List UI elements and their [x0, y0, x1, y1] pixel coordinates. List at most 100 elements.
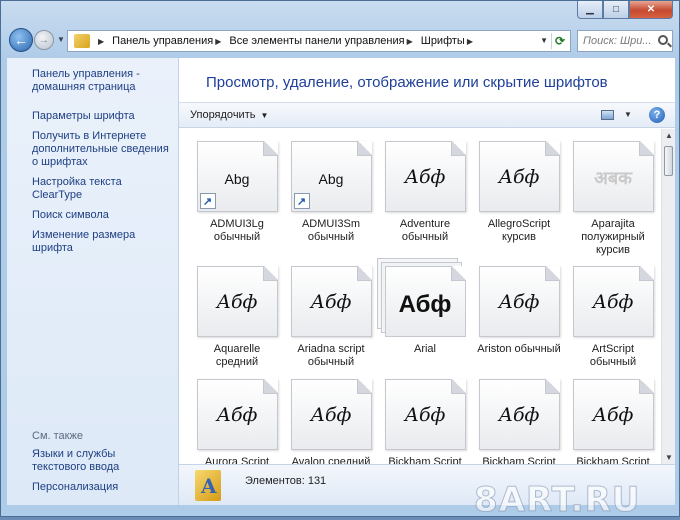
- font-item[interactable]: Абф ArtScript обычный: [568, 266, 658, 369]
- font-sample-text: Abg: [224, 171, 250, 187]
- font-sample-text: Абф: [498, 291, 540, 313]
- font-item[interactable]: अबक Aparajita полужирный курсив: [568, 141, 658, 257]
- recent-pages-dropdown-icon[interactable]: ▼: [57, 35, 65, 44]
- font-sample-text: Abg: [318, 171, 344, 187]
- sidebar-cleartype-link[interactable]: Настройка текста ClearType: [7, 176, 178, 202]
- font-sample-text: Абф: [404, 166, 446, 188]
- font-preview-icon: Абф: [290, 266, 372, 337]
- font-name-label: Ariston обычный: [477, 343, 561, 355]
- search-input[interactable]: Поиск: Шри...: [577, 30, 673, 52]
- sidebar-languages-link[interactable]: Языки и службы текстового ввода: [7, 448, 179, 474]
- close-button[interactable]: ✕: [629, 1, 673, 19]
- minimize-button[interactable]: ▁: [577, 1, 603, 19]
- breadcrumb-fonts[interactable]: Шрифты ▶: [421, 35, 481, 47]
- breadcrumb-all-items[interactable]: Все элементы панели управления ▶: [229, 35, 420, 47]
- font-item[interactable]: Абф Aurora Script: [192, 379, 282, 464]
- font-item[interactable]: Абф Bickham Script: [568, 379, 658, 464]
- font-preview-icon: अबक: [572, 141, 654, 212]
- font-preview-icon: Абф: [384, 141, 466, 212]
- font-name-label: AllegroScript курсив: [487, 218, 551, 243]
- font-preview-icon: Абф: [478, 379, 560, 450]
- address-dropdown-icon[interactable]: ▼: [540, 36, 548, 45]
- forward-arrow-icon[interactable]: →: [34, 30, 54, 50]
- organize-button[interactable]: Упорядочить ▼: [190, 109, 268, 121]
- maximize-button[interactable]: □: [603, 1, 629, 19]
- font-item[interactable]: Абф AllegroScript курсив: [474, 141, 564, 244]
- font-name-label: Arial: [413, 343, 436, 355]
- font-item[interactable]: Абф Bickham Script: [380, 379, 470, 464]
- sidebar-get-info-online-link[interactable]: Получить в Интернете дополнительные свед…: [7, 130, 178, 169]
- font-preview-icon: Abg ↗: [290, 141, 372, 212]
- font-sample-text: Абф: [592, 404, 634, 426]
- font-preview-icon: Abg ↗: [196, 141, 278, 212]
- address-bar[interactable]: ▶ Панель управления ▶ Все элементы панели…: [67, 30, 571, 52]
- breadcrumb-root-arrow[interactable]: ▶: [96, 37, 112, 46]
- shortcut-arrow-icon: ↗: [293, 193, 310, 209]
- font-item[interactable]: Abg ↗ ADMUI3Sm обычный: [286, 141, 376, 244]
- font-sample-text: Абф: [398, 291, 452, 318]
- font-item[interactable]: Abg ↗ ADMUI3Lg обычный: [192, 141, 282, 244]
- font-item[interactable]: Абф Ariadna script обычный: [286, 266, 376, 369]
- font-preview-icon: Абф: [478, 141, 560, 212]
- search-placeholder: Поиск: Шри...: [583, 35, 652, 47]
- font-item[interactable]: Абф Ariston обычный: [474, 266, 564, 356]
- font-name-label: Adventure обычный: [399, 218, 451, 243]
- font-item[interactable]: Абф Adventure обычный: [380, 141, 470, 244]
- sidebar-personalization-link[interactable]: Персонализация: [7, 481, 179, 494]
- font-name-label: Bickham Script: [576, 456, 650, 464]
- font-name-label: Avalon средний: [291, 456, 371, 464]
- font-name-label: Aurora Script: [204, 456, 270, 464]
- breadcrumb-control-panel[interactable]: Панель управления ▶: [112, 35, 229, 47]
- sidebar-font-settings-link[interactable]: Параметры шрифта: [7, 110, 178, 123]
- sidebar-change-font-size-link[interactable]: Изменение размера шрифта: [7, 229, 178, 255]
- search-icon[interactable]: [658, 35, 668, 45]
- change-view-icon[interactable]: [601, 110, 614, 120]
- sidebar-find-character-link[interactable]: Поиск символа: [7, 209, 178, 222]
- sidebar: Панель управления - домашняя страница Па…: [7, 58, 179, 505]
- font-sample-text: Абф: [216, 291, 258, 313]
- font-preview-icon: Абф: [384, 266, 466, 337]
- page-title: Просмотр, удаление, отображение или скры…: [206, 74, 608, 91]
- back-arrow-icon[interactable]: ←: [9, 28, 33, 52]
- font-name-label: Aquarelle средний: [213, 343, 261, 368]
- font-sample-text: Абф: [592, 291, 634, 313]
- refresh-icon[interactable]: ⟳: [551, 33, 568, 49]
- font-preview-icon: Абф: [196, 379, 278, 450]
- font-preview-icon: Абф: [572, 266, 654, 337]
- font-preview-icon: Абф: [196, 266, 278, 337]
- font-sample-text: Абф: [498, 166, 540, 188]
- sidebar-home-link[interactable]: Панель управления - домашняя страница: [7, 68, 178, 94]
- font-name-label: ADMUI3Lg обычный: [210, 218, 264, 243]
- fonts-grid: Abg ↗ ADMUI3Lg обычный Abg ↗ ADMUI3Sm обычный…: [179, 129, 659, 464]
- font-item[interactable]: Абф Arial: [380, 266, 470, 356]
- item-count: Элементов: 131: [245, 475, 327, 487]
- font-name-label: Bickham Script: [482, 456, 556, 464]
- font-preview-icon: Абф: [384, 379, 466, 450]
- font-item[interactable]: Абф Bickham Script: [474, 379, 564, 464]
- scroll-up-icon[interactable]: ▲: [665, 131, 673, 140]
- font-preview-icon: Абф: [290, 379, 372, 450]
- font-sample-text: Абф: [310, 291, 352, 313]
- font-sample-text: Абф: [404, 404, 446, 426]
- font-name-label: Ariadna script обычный: [297, 343, 365, 368]
- view-options-dropdown-icon[interactable]: ▼: [624, 110, 632, 119]
- fonts-window: ▁ □ ✕ ← → ▼ ▶ Панель управления ▶ Все эле…: [0, 0, 680, 520]
- font-preview-icon: Абф: [478, 266, 560, 337]
- vertical-scrollbar[interactable]: ▲ ▼: [661, 129, 675, 464]
- navigation-bar: ← → ▼ ▶ Панель управления ▶ Все элементы …: [1, 23, 679, 59]
- font-name-label: Aparajita полужирный курсив: [581, 218, 645, 256]
- font-preview-icon: Абф: [572, 379, 654, 450]
- font-item[interactable]: Абф Aquarelle средний: [192, 266, 282, 369]
- font-item[interactable]: Абф Avalon средний: [286, 379, 376, 464]
- font-sample-text: Абф: [498, 404, 540, 426]
- font-sample-text: अबक: [594, 168, 632, 189]
- help-icon[interactable]: ?: [649, 107, 665, 123]
- command-bar: Упорядочить ▼ ▼ ?: [179, 102, 675, 128]
- folder-icon: [74, 34, 90, 48]
- title-bar: ▁ □ ✕: [1, 1, 679, 23]
- font-name-label: Bickham Script: [388, 456, 462, 464]
- scrollbar-thumb[interactable]: [664, 146, 673, 176]
- window-bottom-border: [1, 505, 679, 517]
- scroll-down-icon[interactable]: ▼: [665, 453, 673, 462]
- font-sample-text: Абф: [310, 404, 352, 426]
